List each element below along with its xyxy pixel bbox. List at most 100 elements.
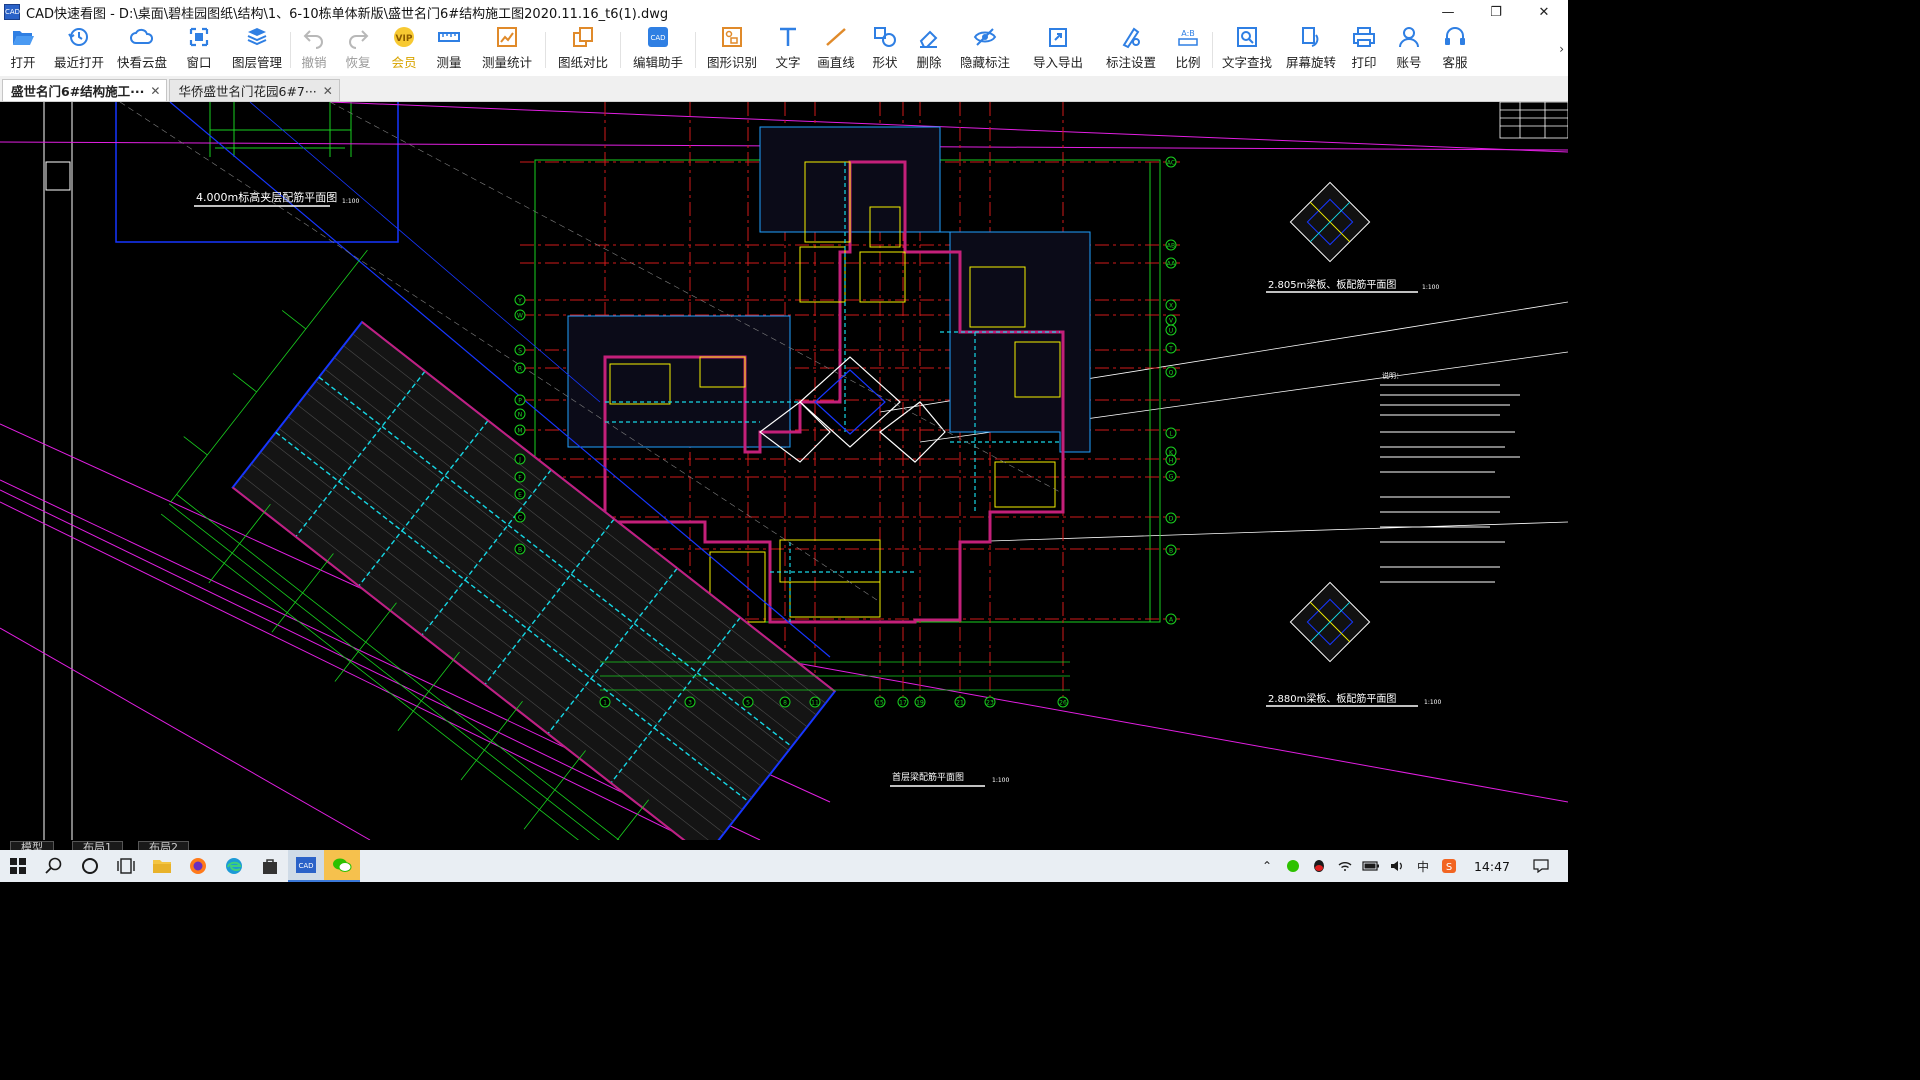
redo-label: 恢复 (345, 55, 371, 70)
cortana-circle-icon[interactable] (72, 850, 108, 882)
layout-tab-model[interactable]: 模型 (10, 841, 54, 850)
vip-label: 会员 (391, 55, 417, 70)
shapes-button[interactable]: 形状 (862, 24, 908, 76)
layout-tab-layout2[interactable]: 布局2 (138, 841, 189, 850)
grid-axis-bottom-label: 21 (956, 700, 964, 707)
wechat-icon[interactable] (324, 850, 360, 882)
plan-scale: 1:100 (1424, 699, 1441, 706)
account-button[interactable]: 账号 (1385, 24, 1433, 76)
chevron-up-icon[interactable]: ⌃ (1254, 850, 1280, 882)
cloud-drive-label: 快看云盘 (116, 55, 167, 70)
close-button[interactable]: ✕ (1520, 0, 1568, 24)
toolbar-more-button[interactable]: › (1559, 42, 1564, 56)
compare-sheets-button[interactable]: 图纸对比 (548, 24, 618, 76)
shape-recognize-label: 图形识别 (706, 55, 757, 70)
notification-icon[interactable] (1528, 850, 1554, 882)
plan-title-2805: 2.805m梁板、板配筋平面图 (1268, 278, 1396, 291)
firefox-icon[interactable] (180, 850, 216, 882)
windows-start-icon[interactable] (0, 850, 36, 882)
plan-title-mezzanine: 4.000m标高夹层配筋平面图 (196, 190, 337, 204)
import-export-button[interactable]: 导入导出 (1020, 24, 1096, 76)
cloud-drive-button[interactable]: 快看云盘 (112, 24, 172, 76)
qq-tray-icon[interactable] (1306, 850, 1332, 882)
grid-axis-left-label: M (517, 428, 522, 435)
text-search-button[interactable]: 文字查找 (1215, 24, 1279, 76)
grid-axis-left-label: P (518, 398, 522, 405)
delete-button[interactable]: 删除 (908, 24, 950, 76)
open-button[interactable]: 打开 (0, 24, 46, 76)
file-explorer-icon[interactable] (144, 850, 180, 882)
grid-axis-right-label: X (1169, 303, 1173, 310)
customer-service-button[interactable]: 客服 (1433, 24, 1477, 76)
grid-axis-left-label: S (518, 348, 522, 355)
account-user-icon (1399, 27, 1419, 48)
import-export-icon (1049, 28, 1067, 47)
edit-assistant-button[interactable]: CAD 编辑助手 (623, 24, 693, 76)
tab-drawing-1[interactable]: 盛世名门6#结构施工··· ✕ (2, 79, 168, 101)
volume-icon[interactable] (1384, 850, 1410, 882)
grid-axis-right-label: Q (1169, 370, 1174, 377)
grid-axis-left-label: R (518, 366, 522, 373)
task-view-icon[interactable] (108, 850, 144, 882)
maximize-button[interactable]: ❐ (1472, 0, 1520, 24)
recent-open-button[interactable]: 最近打开 (46, 24, 112, 76)
undo-button[interactable]: 撤销 (293, 24, 335, 76)
taskbar-clock[interactable]: 14:47 (1474, 859, 1510, 874)
plan-title-ground: 首层梁配筋平面图 (892, 771, 964, 783)
window-frame-icon (189, 27, 209, 47)
window-button[interactable]: 窗口 (172, 24, 226, 76)
vip-button[interactable]: VIP 会员 (381, 24, 427, 76)
cad-taskbar-icon[interactable]: CAD (288, 850, 324, 882)
grid-axis-bottom-label: 5 (746, 700, 750, 707)
redo-button[interactable]: 恢复 (335, 24, 381, 76)
edit-assistant-icon: CAD (648, 27, 668, 47)
tab-close-icon[interactable]: ✕ (323, 84, 333, 98)
grid-axis-left-label: W (517, 313, 523, 320)
minimize-button[interactable]: — (1424, 0, 1472, 24)
measure-stats-button[interactable]: 测量统计 (471, 24, 543, 76)
shape-recognize-button[interactable]: 图形识别 (698, 24, 766, 76)
document-tab-bar: 盛世名门6#结构施工··· ✕ 华侨盛世名门花园6#7··· ✕ (0, 76, 1568, 102)
layout-tab-layout1[interactable]: 布局1 (72, 841, 123, 850)
recent-clock-icon (68, 28, 88, 46)
svg-text:CAD: CAD (650, 34, 665, 42)
toolbar-divider (695, 32, 696, 68)
cloud-icon (130, 28, 154, 44)
text-button[interactable]: 文字 (766, 24, 810, 76)
text-t-icon (780, 27, 796, 46)
measure-button[interactable]: 测量 (427, 24, 471, 76)
annotation-settings-button[interactable]: 标注设置 (1096, 24, 1166, 76)
edge-icon[interactable] (216, 850, 252, 882)
shapes-label: 形状 (872, 55, 898, 70)
draw-line-label: 画直线 (817, 55, 855, 70)
sogou-ime-icon[interactable]: S (1436, 850, 1462, 882)
headset-icon (1445, 27, 1465, 45)
network-icon[interactable] (1332, 850, 1358, 882)
search-icon[interactable] (36, 850, 72, 882)
draw-line-button[interactable]: 画直线 (810, 24, 862, 76)
battery-icon[interactable] (1358, 850, 1384, 882)
folder-open-icon (13, 31, 34, 45)
layer-manager-button[interactable]: 图层管理 (226, 24, 288, 76)
main-toolbar: 打开 最近打开 快看云盘 窗口 图层管理 撤销 恢复 VIP 会员 测量 测量统… (0, 24, 1568, 77)
print-button[interactable]: 打印 (1343, 24, 1385, 76)
window-label: 窗口 (186, 55, 212, 70)
scale-button[interactable]: A:B 比例 (1166, 24, 1210, 76)
scale-label: 比例 (1175, 55, 1201, 70)
layout-tab-bar: 模型 布局1 布局2 (0, 840, 1568, 850)
drawing-canvas[interactable]: AC AB AA X V U T Q L K H G D B A Y W S R P N M J F E C B 1 3 5 8 11 15 17… (0, 102, 1568, 840)
tab-drawing-2[interactable]: 华侨盛世名门花园6#7··· ✕ (169, 79, 340, 101)
ime-indicator[interactable]: 中 (1410, 850, 1436, 882)
screen-rotate-button[interactable]: 屏幕旋转 (1279, 24, 1343, 76)
tab-close-icon[interactable]: ✕ (150, 84, 160, 98)
grid-axis-right-label: H (1169, 458, 1174, 465)
screen-rotate-label: 屏幕旋转 (1285, 55, 1336, 70)
wechat-tray-icon[interactable] (1280, 850, 1306, 882)
store-bag-icon[interactable] (252, 850, 288, 882)
grid-axis-right-label: U (1169, 328, 1173, 335)
open-label: 打开 (10, 55, 36, 70)
hide-annotation-button[interactable]: 隐藏标注 (950, 24, 1020, 76)
toolbar-divider (1212, 32, 1213, 68)
svg-text:A:B: A:B (1181, 29, 1195, 38)
grid-axis-bottom-label: 19 (916, 700, 924, 707)
